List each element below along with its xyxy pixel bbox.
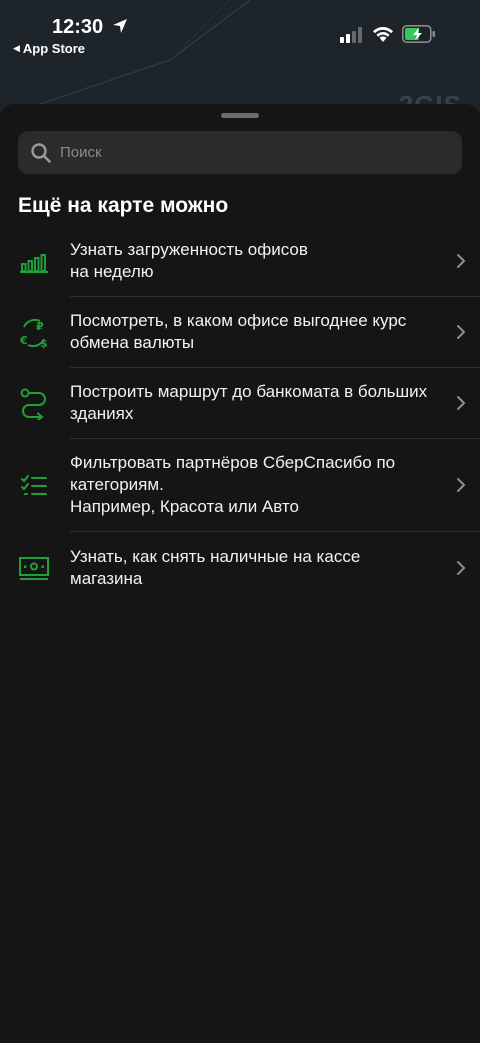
checklist-icon: [21, 474, 47, 495]
chevron-right-icon: [457, 478, 466, 492]
back-triangle-icon: ◀: [13, 43, 20, 53]
search-input[interactable]: [60, 144, 440, 161]
sheet-grabber-handle[interactable]: [221, 113, 259, 118]
item-line: категориям.: [70, 475, 164, 494]
feature-list: Узнать загруженность офисов на неделю ₽ …: [0, 226, 480, 604]
item-line: Узнать загруженность офисов: [70, 240, 308, 259]
chevron-right-icon: [457, 325, 466, 339]
list-item-office-load[interactable]: Узнать загруженность офисов на неделю: [0, 226, 480, 297]
svg-text:₽: ₽: [36, 320, 44, 333]
screen: 2GIS 12:30 ◀ App Store: [0, 0, 480, 1043]
list-item-exchange-rate[interactable]: ₽ € $ Посмотреть, в каком офисе выгоднее…: [0, 297, 480, 368]
bar-chart-icon: [20, 253, 48, 273]
battery-charging-icon: [402, 25, 435, 43]
item-line: обмена валюты: [70, 333, 195, 352]
list-item-partner-filter[interactable]: Фильтровать партнёров СберСпасибо по кат…: [0, 439, 480, 532]
back-to-app-store-link[interactable]: ◀ App Store: [13, 41, 85, 56]
item-line: Узнать, как снять наличные на кассе: [70, 547, 361, 566]
cash-icon: [19, 557, 49, 580]
status-time: 12:30: [52, 16, 104, 38]
item-line: Например, Красота или Авто: [70, 497, 299, 516]
location-arrow-icon: [113, 19, 127, 33]
route-icon: [20, 388, 46, 420]
back-app-label: App Store: [22, 41, 86, 56]
bottom-sheet: Ещё на карте можно: [0, 104, 480, 1043]
svg-text:$: $: [40, 337, 48, 349]
status-bar: 12:30 ◀ App Store: [0, 0, 480, 60]
item-line: на неделю: [70, 262, 154, 281]
chevron-right-icon: [457, 396, 466, 410]
svg-text:€: €: [19, 334, 28, 347]
currency-exchange-icon: ₽ € $: [19, 318, 48, 349]
chevron-right-icon: [457, 254, 466, 268]
item-line: Построить маршрут до банкомата в больших: [70, 382, 428, 401]
item-line: зданиях: [70, 404, 134, 423]
list-item-cash-withdrawal[interactable]: Узнать, как снять наличные на кассе мага…: [0, 532, 480, 604]
search-bar[interactable]: [18, 131, 462, 174]
search-icon: [31, 142, 51, 163]
wifi-icon: [373, 26, 393, 42]
item-line: Посмотреть, в каком офисе выгоднее курс: [70, 311, 407, 330]
item-line: Фильтровать партнёров СберСпасибо по: [70, 453, 396, 472]
cellular-signal-icon: [340, 27, 362, 43]
list-item-atm-route[interactable]: Построить маршрут до банкомата в больших…: [0, 368, 480, 439]
item-line: магазина: [70, 569, 143, 588]
section-title: Ещё на карте можно: [18, 194, 229, 217]
chevron-right-icon: [457, 561, 466, 575]
